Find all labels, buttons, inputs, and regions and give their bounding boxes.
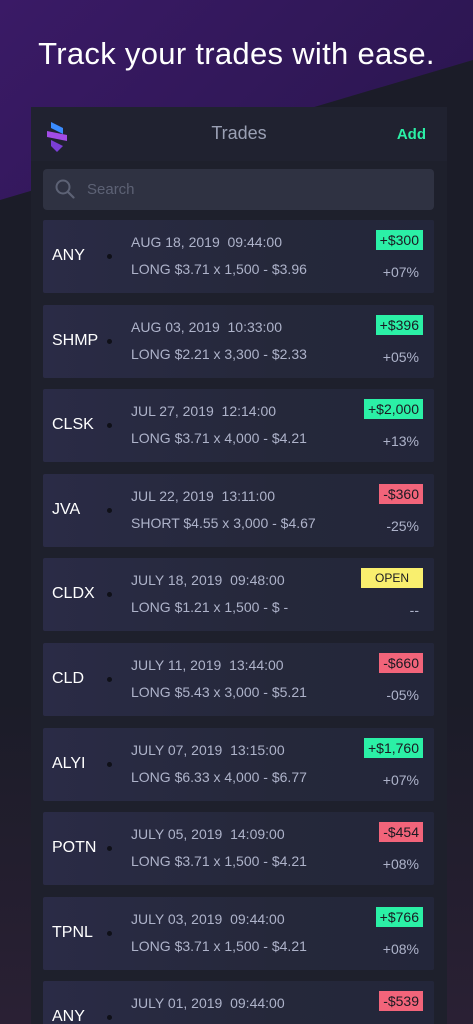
trade-percent: +13%: [382, 433, 419, 450]
trade-percent: +08%: [382, 940, 419, 957]
pnl-badge: OPEN: [360, 568, 423, 589]
app-bar: Trades Add: [31, 107, 447, 161]
pnl-badge: +$766: [375, 906, 423, 927]
status-dot: [107, 423, 112, 429]
status-dot: [107, 846, 112, 852]
trade-datetime: JULY 05, 2019 14:09:00: [131, 826, 285, 843]
trade-list: ANY AUG 18, 2019 09:44:00 LONG $3.71 x 1,5…: [43, 220, 434, 1024]
pnl-badge: -$539: [379, 991, 423, 1012]
trade-row[interactable]: CLSK JUL 27, 2019 12:14:00 LONG $3.71 x 4,…: [43, 389, 434, 463]
trade-row[interactable]: ALYI JULY 07, 2019 13:15:00 LONG $6.33 x 4…: [43, 727, 434, 801]
pnl-badge: +$1,760: [364, 737, 423, 758]
trade-datetime: JUL 27, 2019 12:14:00: [131, 403, 277, 420]
trade-ticker: TPNL: [52, 923, 93, 941]
trade-datetime: JULY 03, 2019 09:44:00: [131, 910, 285, 927]
pnl-badge: +$2,000: [364, 399, 423, 420]
trade-datetime: AUG 03, 2019 10:33:00: [131, 318, 282, 335]
trade-detail: LONG $2.21 x 3,300 - $2.33: [131, 345, 307, 362]
status-dot: [107, 338, 112, 344]
search-icon: [55, 179, 75, 199]
pnl-badge: +$300: [375, 230, 423, 250]
trade-percent: -05%: [386, 686, 419, 703]
trade-datetime: JULY 18, 2019 09:48:00: [131, 572, 285, 589]
trade-percent: +07%: [382, 771, 419, 788]
status-dot: [107, 761, 112, 767]
trade-ticker: ALYI: [52, 754, 86, 772]
trade-percent: --: [409, 602, 419, 619]
trade-datetime: JULY 11, 2019 13:44:00: [131, 656, 284, 673]
trade-percent: +05%: [382, 348, 419, 365]
pnl-badge: -$454: [379, 822, 423, 843]
trade-datetime: JULY 01, 2019 09:44:00: [131, 995, 285, 1012]
trade-row[interactable]: POTN JULY 05, 2019 14:09:00 LONG $3.71 x 1…: [43, 812, 434, 886]
trade-row[interactable]: JVA JUL 22, 2019 13:11:00 SHORT $4.55 x 3,…: [43, 473, 434, 547]
trade-detail: LONG $3.71 x 1,500 - $3.96: [131, 261, 307, 277]
status-dot: [107, 1015, 112, 1021]
headline: Track your trades with ease.: [38, 36, 435, 71]
search-input[interactable]: [87, 169, 417, 210]
trade-row[interactable]: SHMP AUG 03, 2019 10:33:00 LONG $2.21 x 3,…: [43, 304, 434, 378]
trade-percent: +08%: [382, 856, 419, 873]
status-dot: [107, 592, 112, 598]
trade-row[interactable]: CLD JULY 11, 2019 13:44:00 LONG $5.43 x 3,…: [43, 642, 434, 716]
trade-ticker: CLDX: [52, 585, 95, 603]
trade-datetime: JUL 22, 2019 13:11:00: [131, 487, 275, 504]
status-dot: [107, 930, 112, 936]
add-button[interactable]: Add: [397, 126, 426, 143]
trade-ticker: ANY: [52, 247, 85, 264]
trade-percent: +07%: [382, 264, 419, 280]
trade-row[interactable]: CLDX JULY 18, 2019 09:48:00 LONG $1.21 x 1…: [43, 558, 434, 632]
trade-datetime: JULY 07, 2019 13:15:00: [131, 741, 285, 758]
trade-ticker: CLSK: [52, 416, 94, 434]
search-bar[interactable]: [43, 169, 434, 210]
trade-detail: LONG $5.43 x 3,000 - $5.21: [131, 683, 307, 700]
trade-detail: LONG $6.33 x 4,000 - $6.77: [131, 768, 307, 785]
trade-detail: LONG $1.21 x 1,500 - $ -: [131, 599, 289, 616]
trade-ticker: ANY: [52, 1008, 85, 1024]
trade-detail: LONG $3.71 x 1,500 - $4.21: [131, 853, 307, 870]
status-dot: [107, 676, 112, 682]
trade-ticker: JVA: [52, 500, 81, 518]
trade-detail: SHORT $4.55 x 3,000 - $4.67: [131, 514, 316, 531]
trade-row[interactable]: TPNL JULY 03, 2019 09:44:00 LONG $3.71 x 1…: [43, 896, 434, 970]
trade-row[interactable]: ANY JULY 01, 2019 09:44:00 -$539: [43, 981, 434, 1024]
status-dot: [107, 507, 112, 513]
app-screen: Trades Add ANY AUG 18, 2019 09:44:00 LONG …: [31, 107, 447, 1024]
status-dot: [107, 254, 112, 259]
pnl-badge: +$396: [375, 314, 423, 335]
trade-row[interactable]: ANY AUG 18, 2019 09:44:00 LONG $3.71 x 1,5…: [43, 220, 434, 293]
pnl-badge: -$360: [379, 483, 423, 504]
trade-detail: LONG $3.71 x 1,500 - $4.21: [131, 937, 307, 954]
trade-ticker: SHMP: [52, 331, 99, 349]
trade-datetime: AUG 18, 2019 09:44:00: [131, 234, 282, 250]
trade-percent: -25%: [386, 517, 419, 534]
trade-ticker: CLD: [52, 669, 85, 687]
page-title: Trades: [211, 123, 267, 143]
trade-detail: LONG $3.71 x 4,000 - $4.21: [131, 430, 307, 447]
trade-ticker: POTN: [52, 839, 97, 857]
pnl-badge: -$660: [379, 652, 423, 673]
